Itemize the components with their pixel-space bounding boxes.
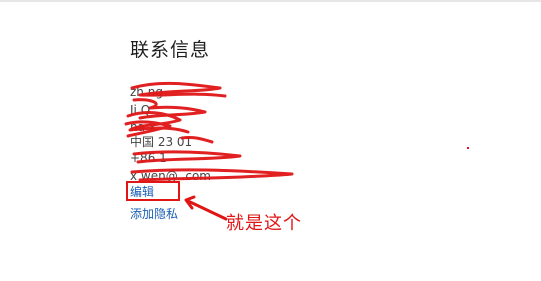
country-postal: 中国 23 01	[130, 135, 193, 149]
address-line-2: na x	[130, 120, 156, 134]
section-title: 联系信息	[130, 39, 211, 61]
phone-number: +86 1	[130, 151, 167, 165]
contact-name: zh ng	[130, 85, 163, 99]
address-line-1: Ji Q	[130, 103, 151, 117]
stray-dot	[467, 147, 469, 149]
edit-highlight-box	[126, 181, 180, 201]
add-privacy-link[interactable]: 添加隐私	[130, 206, 178, 222]
annotation-label: 就是这个	[226, 213, 302, 234]
contact-info-section: 联系信息 zh ng Ji Q na x 中国 23 01 +86 1 x we…	[130, 38, 390, 238]
top-divider	[0, 0, 541, 2]
